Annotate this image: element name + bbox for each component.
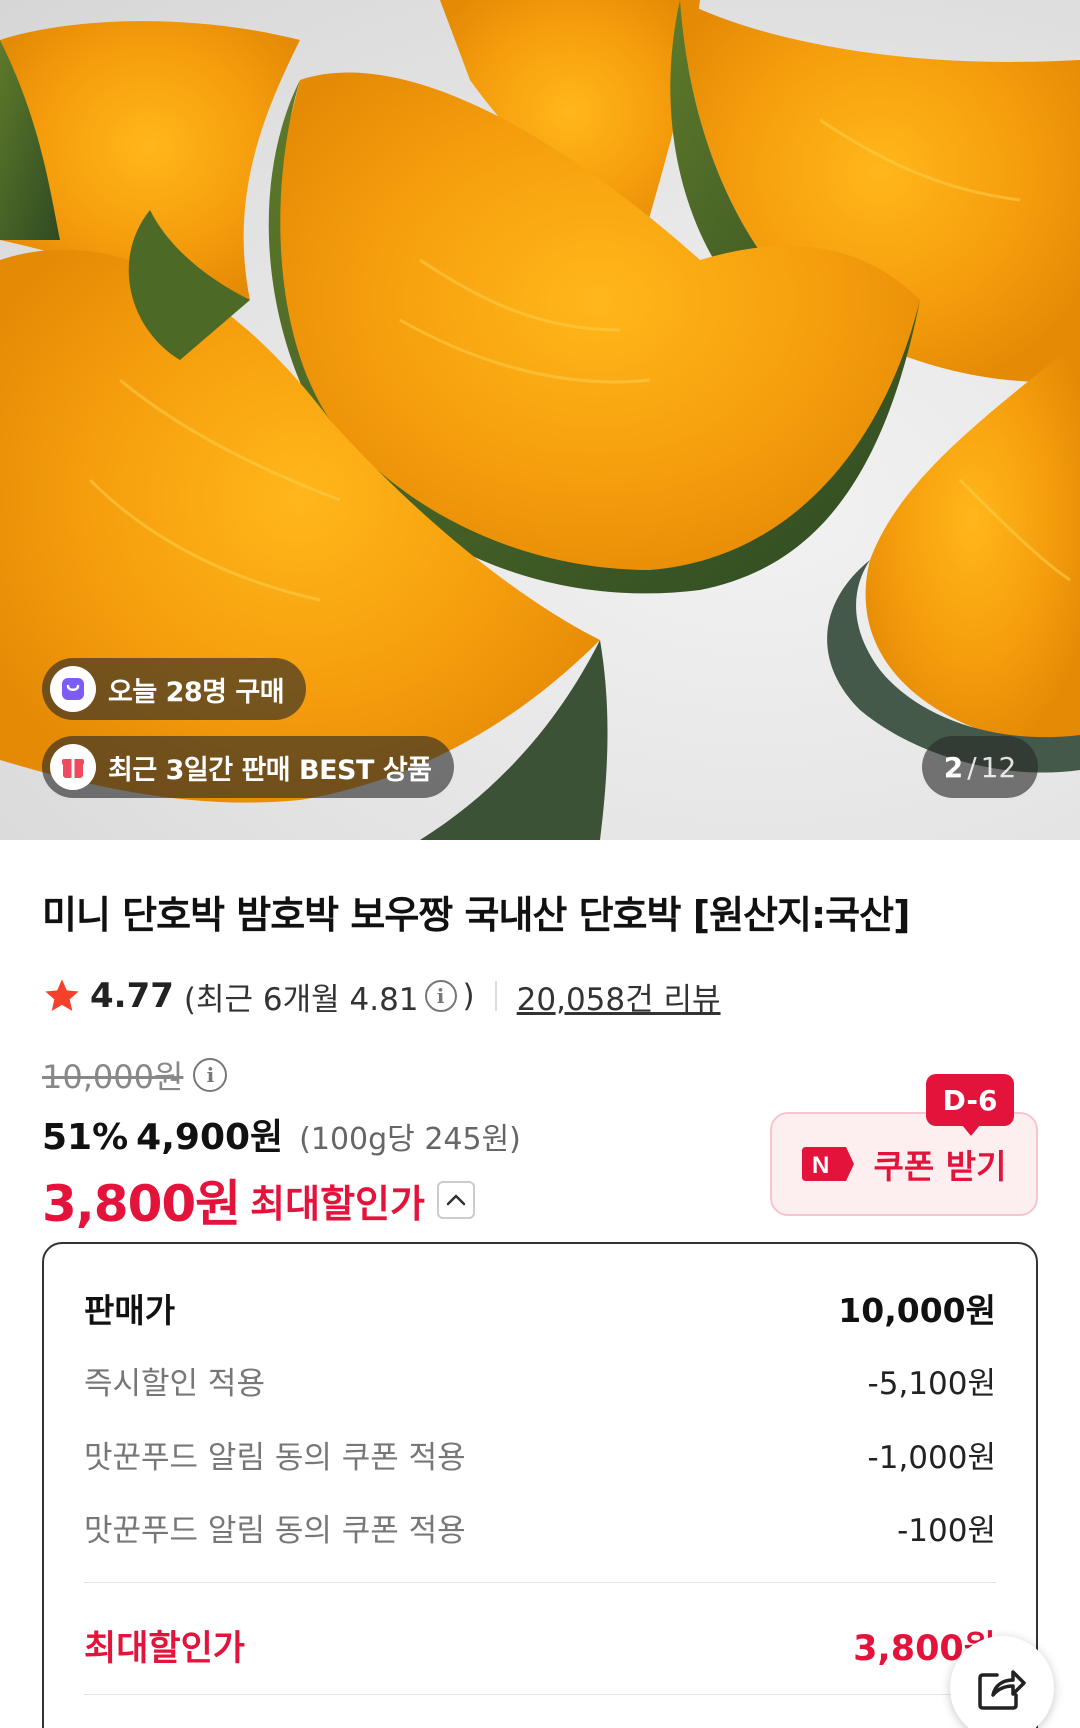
star-icon xyxy=(45,979,79,1011)
breakdown-value: -5,100원 xyxy=(867,1366,996,1402)
shopping-bag-icon xyxy=(50,666,96,712)
coupon-label: 쿠폰 받기 xyxy=(873,1147,1007,1186)
svg-text:N: N xyxy=(812,1152,829,1179)
breakdown-row: 맛꾼푸드 알림 동의 쿠폰 적용 -100원 xyxy=(84,1505,996,1550)
divider xyxy=(84,1582,996,1583)
breakdown-value: -100원 xyxy=(897,1513,996,1549)
divider xyxy=(494,981,497,1011)
original-price-row: 10,000원 i xyxy=(42,1052,233,1098)
breakdown-total-row: 최대할인가 3,800원 xyxy=(84,1620,996,1671)
product-title: 미니 단호박 밤호박 보우짱 국내산 단호박 [원산지:국산] xyxy=(42,893,910,937)
breakdown-row: 맛꾼푸드 알림 동의 쿠폰 적용 -1,000원 xyxy=(84,1432,996,1477)
product-image-carousel[interactable]: 오늘 28명 구매 최근 3일간 판매 BEST 상품 2 / 12 xyxy=(0,0,1080,840)
best-seller-text: 최근 3일간 판매 BEST 상품 xyxy=(108,754,432,786)
recent-rating-close: ) xyxy=(462,978,475,1014)
image-counter-separator: / xyxy=(967,750,977,784)
breakdown-label: 판매가 xyxy=(84,1291,176,1330)
discount-price-row: 51% 4,900원 (100g당 245원) xyxy=(42,1108,521,1160)
price-breakdown-panel: 판매가 10,000원 즉시할인 적용 -5,100원 맛꾼푸드 알림 동의 쿠… xyxy=(42,1242,1038,1728)
info-icon[interactable]: i xyxy=(424,980,457,1012)
gift-box-icon xyxy=(50,744,96,790)
review-count-link[interactable]: 20,058건 리뷰 xyxy=(517,974,721,1019)
rating-score: 4.77 xyxy=(90,976,174,1016)
breakdown-value: 10,000원 xyxy=(838,1291,996,1330)
unit-price: (100g당 245원) xyxy=(299,1122,521,1157)
naver-n-icon: N xyxy=(801,1147,854,1181)
max-discount-price: 3,800원 xyxy=(42,1175,241,1233)
best-seller-badge: 최근 3일간 판매 BEST 상품 xyxy=(42,736,454,798)
breakdown-row: 즉시할인 적용 -5,100원 xyxy=(84,1358,996,1403)
discount-price: 4,900원 xyxy=(136,1117,284,1158)
max-discount-row: 3,800원 최대할인가 xyxy=(42,1164,475,1236)
coupon-dday-badge: D-6 xyxy=(926,1074,1014,1136)
image-counter-total: 12 xyxy=(980,750,1017,784)
collapse-breakdown-button[interactable] xyxy=(436,1181,475,1219)
share-button[interactable] xyxy=(950,1636,1054,1728)
breakdown-value: -1,000원 xyxy=(867,1440,996,1476)
discount-rate: 51% xyxy=(42,1117,129,1158)
breakdown-row: 판매가 10,000원 xyxy=(84,1284,996,1332)
chevron-up-icon xyxy=(446,1194,466,1206)
rating-row: 4.77 (최근 6개월 4.81 i ) 20,058건 리뷰 xyxy=(42,972,721,1020)
image-counter-current: 2 xyxy=(943,750,964,784)
breakdown-label: 맛꾼푸드 알림 동의 쿠폰 적용 xyxy=(84,1513,466,1549)
max-discount-label: 최대할인가 xyxy=(250,1181,425,1226)
price-info-icon[interactable]: i xyxy=(193,1058,228,1092)
today-purchase-text: 오늘 28명 구매 xyxy=(108,676,285,708)
image-counter: 2 / 12 xyxy=(922,736,1038,798)
breakdown-label: 즉시할인 적용 xyxy=(84,1366,265,1402)
divider xyxy=(84,1694,996,1695)
share-icon xyxy=(978,1670,1026,1710)
get-coupon-button[interactable]: N 쿠폰 받기 xyxy=(770,1112,1038,1216)
original-price: 10,000원 xyxy=(42,1058,184,1096)
breakdown-label: 맛꾼푸드 알림 동의 쿠폰 적용 xyxy=(84,1440,466,1476)
recent-rating-text: (최근 6개월 4.81 xyxy=(183,981,419,1018)
breakdown-total-label: 최대할인가 xyxy=(84,1629,246,1669)
today-purchase-badge: 오늘 28명 구매 xyxy=(42,658,307,720)
recent-rating: (최근 6개월 4.81 i ) xyxy=(184,974,475,1019)
